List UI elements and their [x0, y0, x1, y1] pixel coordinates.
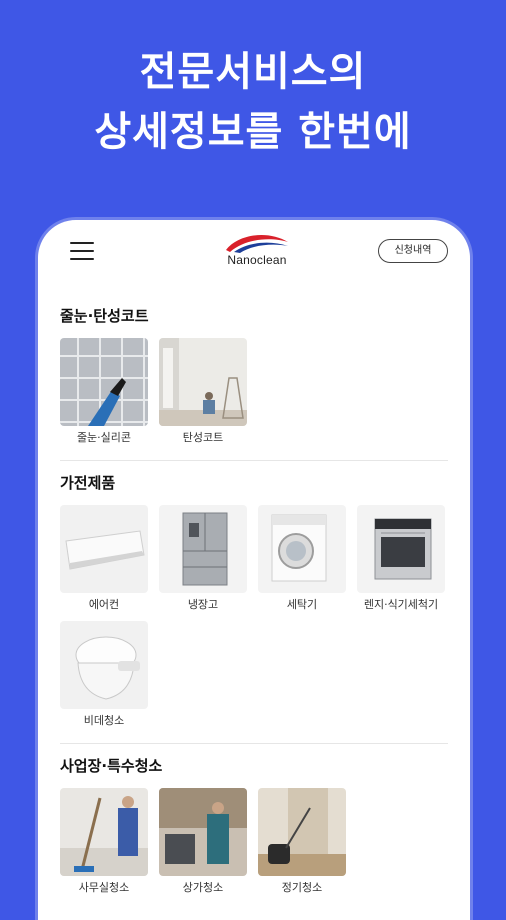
item-label: 사무실청소	[78, 881, 130, 894]
item-label: 렌지·식기세척기	[363, 598, 439, 611]
service-item-office-cleaning[interactable]: 사무실청소	[60, 788, 148, 896]
washing-machine-photo	[258, 505, 346, 593]
grout-silicone-photo	[60, 338, 148, 426]
item-label: 줄눈·실리콘	[76, 431, 132, 444]
section-title: 줄눈·탄성코트	[60, 307, 149, 325]
store-cleaning-photo	[159, 788, 247, 876]
air-conditioner-photo	[60, 505, 148, 593]
item-label: 정기청소	[281, 881, 323, 894]
section-business-cleaning: 사업장·특수청소 사무실청소 상가청소 정기청소	[38, 756, 470, 904]
office-cleaning-photo	[60, 788, 148, 876]
bidet-photo	[60, 621, 148, 709]
phone-screen: Nanoclean 신청내역 줄눈·탄성코트 줄눈·실리콘 탄성코트 가전제품 …	[38, 220, 470, 920]
elastic-coat-photo	[159, 338, 247, 426]
headline-line-2: 상세정보를 한번에	[94, 109, 412, 155]
request-history-button[interactable]: 신청내역	[378, 239, 448, 263]
nanoclean-logo: Nanoclean	[221, 230, 293, 274]
item-label: 세탁기	[286, 598, 318, 611]
service-item-air-conditioner[interactable]: 에어컨	[60, 505, 148, 613]
item-label: 탄성코트	[182, 431, 224, 444]
hamburger-menu-icon[interactable]	[70, 242, 94, 260]
logo-swoosh-icon	[226, 235, 288, 253]
section-divider	[60, 460, 448, 461]
regular-cleaning-photo	[258, 788, 346, 876]
headline-line-1: 전문서비스의	[139, 49, 367, 95]
service-item-washing-machine[interactable]: 세탁기	[258, 505, 346, 613]
service-item-regular-cleaning[interactable]: 정기청소	[258, 788, 346, 896]
section-appliances: 가전제품 에어컨 냉장고 세탁기 렌지·식기세척기 비데청소	[38, 473, 470, 737]
refrigerator-photo	[159, 505, 247, 593]
promo-headline: 전문서비스의 상세정보를 한번에	[0, 42, 506, 162]
range-dishwasher-photo	[357, 505, 445, 593]
item-label: 냉장고	[187, 598, 219, 611]
item-label: 상가청소	[182, 881, 224, 894]
app-bar: Nanoclean 신청내역	[38, 220, 470, 300]
service-item-bidet[interactable]: 비데청소	[60, 621, 148, 729]
service-item-refrigerator[interactable]: 냉장고	[159, 505, 247, 613]
item-label: 비데청소	[83, 714, 125, 727]
section-grout-coat: 줄눈·탄성코트 줄눈·실리콘 탄성코트	[38, 306, 470, 454]
service-item-grout-silicone[interactable]: 줄눈·실리콘	[60, 338, 148, 446]
section-title: 가전제품	[60, 474, 116, 492]
item-label: 에어컨	[88, 598, 120, 611]
service-item-range-dishwasher[interactable]: 렌지·식기세척기	[357, 505, 445, 613]
section-title: 사업장·특수청소	[60, 757, 163, 775]
logo-text: Nanoclean	[227, 253, 287, 267]
section-divider	[60, 743, 448, 744]
service-item-elastic-coat[interactable]: 탄성코트	[159, 338, 247, 446]
service-item-store-cleaning[interactable]: 상가청소	[159, 788, 247, 896]
